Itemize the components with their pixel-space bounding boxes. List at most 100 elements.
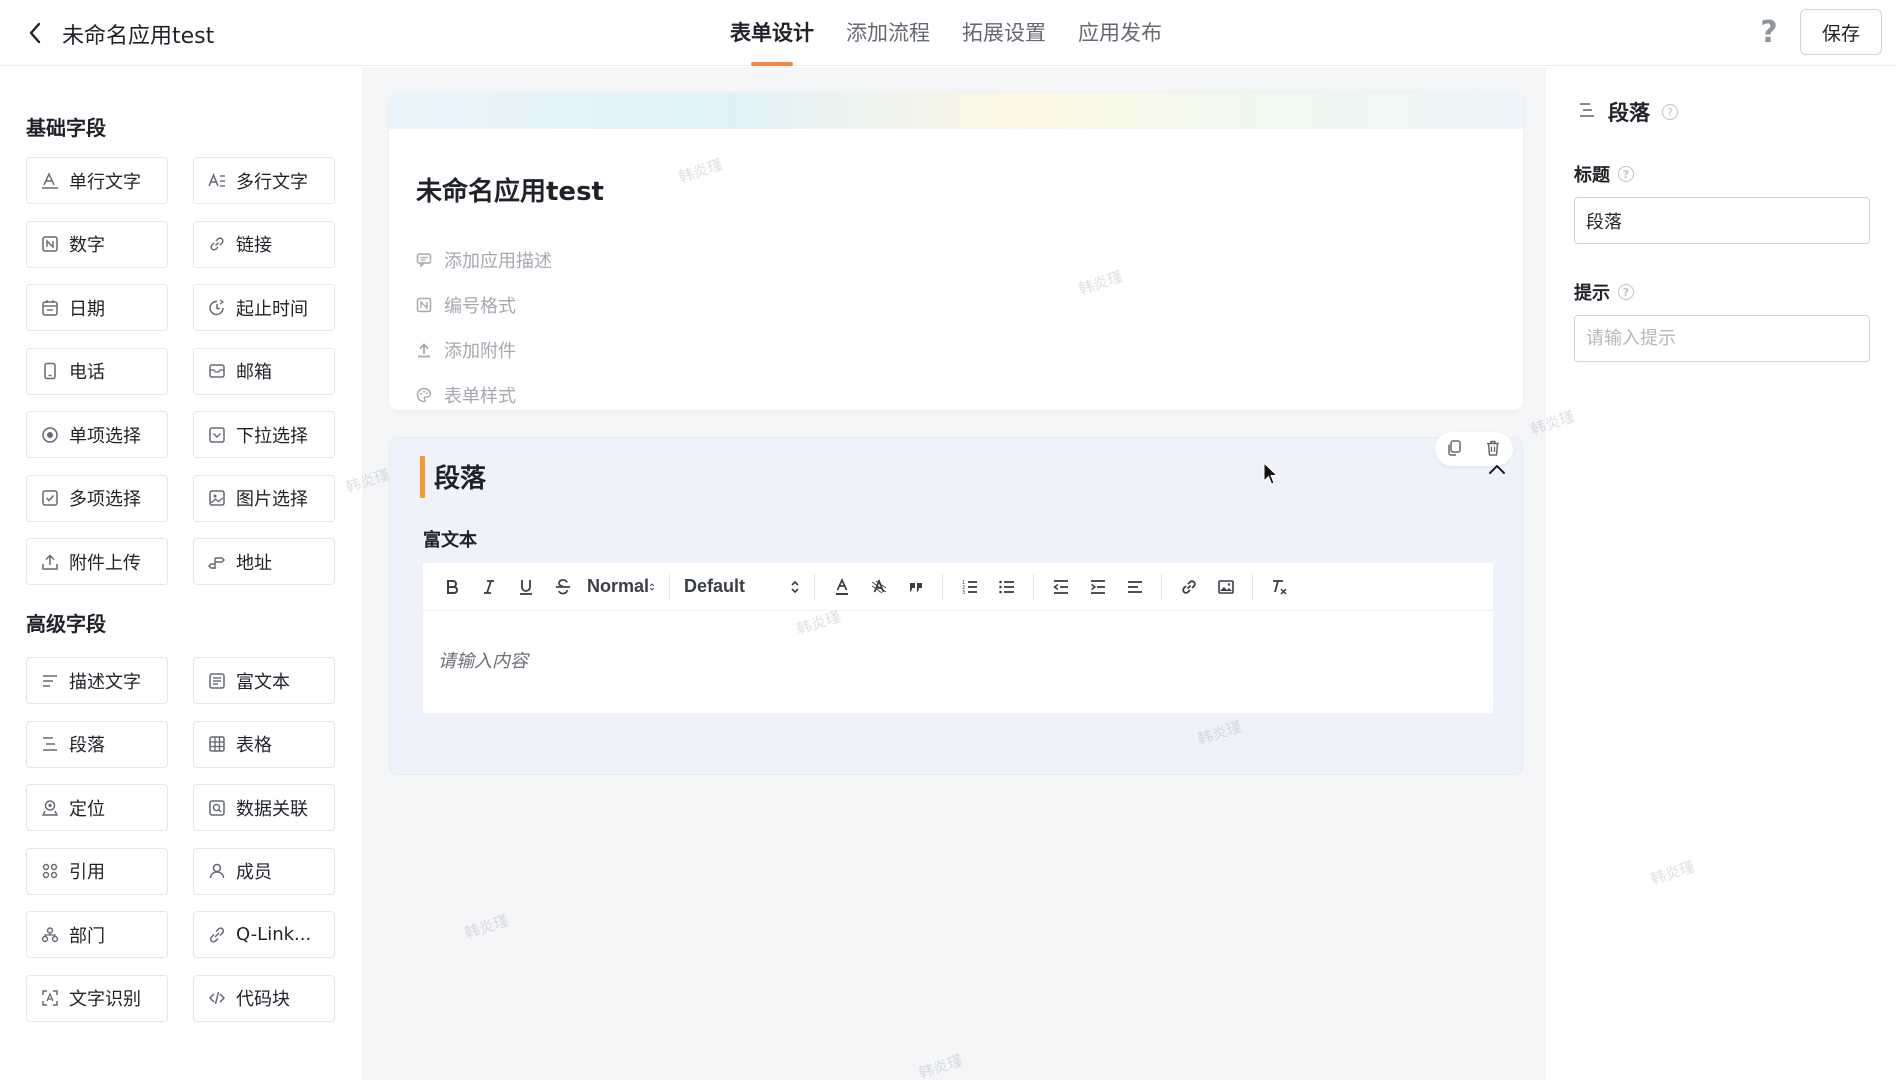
- field-item[interactable]: 日期: [26, 284, 168, 331]
- paragraph-component[interactable]: 段落 富文本 Normal Default 1 2 3 请输入内容: [389, 432, 1523, 775]
- top-header: 未命名应用test 表单设计 添加流程 拓展设置 应用发布 ? 保存: [0, 0, 1896, 66]
- tab-form-design[interactable]: 表单设计: [730, 0, 814, 66]
- field-item[interactable]: 富文本: [193, 657, 335, 704]
- field-item[interactable]: 描述文字: [26, 657, 168, 704]
- hint-field-label: 提示 ?: [1574, 279, 1634, 305]
- field-item-label: 附件上传: [69, 552, 141, 574]
- field-item[interactable]: 附件上传: [26, 538, 168, 585]
- background-color-icon[interactable]: [860, 570, 897, 604]
- number-format-link[interactable]: 编号格式: [416, 292, 516, 318]
- field-item[interactable]: 起止时间: [193, 284, 335, 331]
- field-item[interactable]: 段落: [26, 720, 168, 768]
- field-item[interactable]: 引用: [26, 847, 168, 895]
- field-item[interactable]: 下拉选择: [193, 411, 335, 458]
- checkbox-icon: [41, 489, 59, 507]
- header-select[interactable]: Normal: [581, 576, 661, 597]
- rich-text-editor[interactable]: 请输入内容: [423, 611, 1493, 713]
- help-icon[interactable]: ?: [1755, 16, 1783, 50]
- reference-icon: [41, 862, 59, 880]
- question-circle-icon[interactable]: ?: [1662, 104, 1678, 120]
- outdent-icon[interactable]: [1042, 570, 1079, 604]
- question-circle-icon[interactable]: ?: [1618, 166, 1634, 182]
- description-icon: [41, 672, 59, 690]
- mouse-cursor-icon: [1263, 462, 1279, 485]
- toolbar-divider: [1033, 573, 1034, 600]
- field-item[interactable]: 代码块: [193, 974, 335, 1022]
- indent-icon[interactable]: [1079, 570, 1116, 604]
- align-icon[interactable]: [1116, 570, 1153, 604]
- italic-icon[interactable]: [470, 570, 507, 604]
- field-item-label: 引用: [69, 862, 105, 883]
- field-item[interactable]: 成员: [193, 847, 335, 895]
- field-item[interactable]: 地址: [193, 538, 335, 585]
- link-icon[interactable]: [1170, 570, 1207, 604]
- mail-icon: [208, 362, 226, 380]
- strikethrough-icon[interactable]: [544, 570, 581, 604]
- toolbar-divider: [669, 573, 670, 600]
- field-item[interactable]: 数字: [26, 220, 168, 268]
- hint-label-text: 提示: [1574, 283, 1610, 304]
- title-input[interactable]: [1574, 197, 1870, 244]
- field-item[interactable]: 文字识别: [26, 974, 168, 1022]
- field-item[interactable]: 表格: [193, 720, 335, 768]
- add-description-link[interactable]: 添加应用描述: [416, 247, 552, 273]
- font-select[interactable]: Default: [678, 576, 806, 597]
- field-item[interactable]: 多行文字: [193, 157, 335, 204]
- chevron-up-icon[interactable]: [1485, 458, 1509, 482]
- field-item-label: 日期: [69, 298, 105, 320]
- field-item-label: 单项选择: [69, 425, 141, 447]
- field-item[interactable]: 多项选择: [26, 474, 168, 522]
- meta-label: 添加附件: [444, 341, 516, 362]
- svg-text:3: 3: [962, 590, 965, 596]
- form-title[interactable]: 未命名应用test: [416, 171, 604, 208]
- palette-icon: [416, 387, 432, 403]
- form-banner: [389, 93, 1523, 129]
- field-item[interactable]: 单项选择: [26, 411, 168, 458]
- field-item[interactable]: 邮箱: [193, 347, 335, 395]
- back-arrow-icon[interactable]: [24, 20, 46, 46]
- address-icon: [208, 553, 226, 571]
- comment-icon: [416, 252, 432, 268]
- insert-image-icon[interactable]: [1207, 570, 1244, 604]
- question-circle-icon[interactable]: ?: [1618, 284, 1634, 300]
- field-item[interactable]: 链接: [193, 220, 335, 268]
- bullet-list-icon[interactable]: [988, 570, 1025, 604]
- field-item-label: 数字: [69, 235, 105, 256]
- ordered-list-icon[interactable]: 123: [951, 570, 988, 604]
- field-item[interactable]: 部门: [26, 911, 168, 958]
- toolbar-divider: [1161, 573, 1162, 600]
- field-item[interactable]: Q-Link...: [193, 911, 335, 958]
- field-item[interactable]: 电话: [26, 347, 168, 395]
- clear-format-icon[interactable]: [1261, 570, 1298, 604]
- properties-header: 段落 ?: [1578, 97, 1678, 127]
- single-line-text-icon: [41, 171, 59, 190]
- blockquote-icon[interactable]: [897, 570, 934, 604]
- underline-icon[interactable]: [507, 570, 544, 604]
- title-label-text: 标题: [1574, 165, 1610, 186]
- image-icon: [208, 489, 226, 507]
- field-item-label: 链接: [236, 235, 272, 256]
- form-style-link[interactable]: 表单样式: [416, 382, 516, 408]
- save-button[interactable]: 保存: [1800, 9, 1882, 55]
- delete-icon[interactable]: [1484, 439, 1504, 459]
- font-color-icon[interactable]: [823, 570, 860, 604]
- add-attachment-link[interactable]: 添加附件: [416, 337, 516, 363]
- field-item[interactable]: 定位: [26, 784, 168, 831]
- field-item[interactable]: 图片选择: [193, 474, 335, 522]
- field-item-label: 富文本: [236, 671, 290, 693]
- field-item-label: 单行文字: [69, 171, 141, 193]
- hint-input[interactable]: [1574, 315, 1870, 362]
- tab-add-process[interactable]: 添加流程: [846, 0, 930, 66]
- bold-icon[interactable]: [433, 570, 470, 604]
- field-item[interactable]: 单行文字: [26, 157, 168, 204]
- component-type-name: 段落: [1608, 101, 1650, 125]
- member-icon: [208, 862, 226, 880]
- field-item-label: 表格: [236, 735, 272, 756]
- tab-extension-settings[interactable]: 拓展设置: [962, 0, 1046, 66]
- field-item-label: 起止时间: [236, 298, 308, 320]
- tab-app-publish[interactable]: 应用发布: [1078, 0, 1162, 66]
- link-icon: [208, 235, 226, 253]
- field-item[interactable]: 数据关联: [193, 784, 335, 831]
- attachment-upload-icon: [416, 342, 432, 358]
- copy-icon[interactable]: [1445, 439, 1465, 459]
